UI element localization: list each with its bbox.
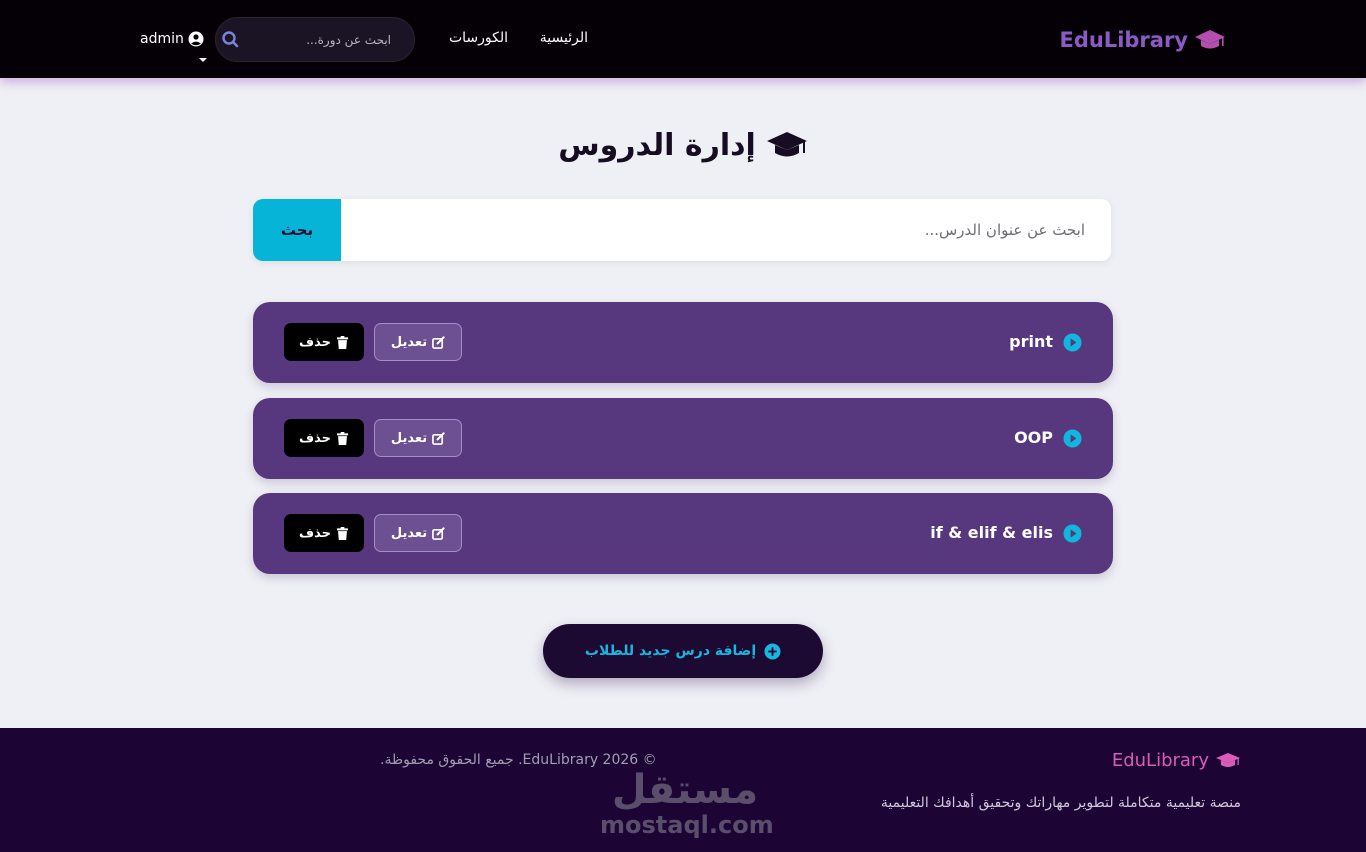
search-button[interactable]: بحث <box>253 199 341 261</box>
page-title: إدارة الدروس <box>558 128 756 163</box>
lesson-search-bar: بحث <box>253 199 1111 261</box>
lesson-title: if & elif & elis <box>930 523 1053 542</box>
lesson-card: if & elif & elis تعديل حذف <box>253 493 1113 574</box>
user-menu[interactable]: admin <box>140 31 204 47</box>
page-title-row: إدارة الدروس <box>0 128 1366 163</box>
edit-icon <box>432 526 445 540</box>
edit-label: تعديل <box>390 525 428 541</box>
delete-label: حذف <box>299 430 331 446</box>
nav-search-box <box>215 17 415 62</box>
edit-label: تعديل <box>390 334 428 350</box>
footer: EduLibrary منصة تعليمية متكاملة لتطوير م… <box>0 728 1366 852</box>
footer-description: منصة تعليمية متكاملة لتطوير مهاراتك وتحق… <box>880 795 1241 811</box>
brand-name: EduLibrary <box>1059 28 1188 52</box>
lesson-card: OOP تعديل حذف <box>253 398 1113 479</box>
play-circle-icon <box>1063 524 1082 543</box>
trash-icon <box>336 526 349 540</box>
nav-link-courses[interactable]: الكورسات <box>449 30 508 46</box>
user-name: admin <box>140 31 184 47</box>
search-icon[interactable] <box>220 30 240 50</box>
graduation-cap-icon <box>1195 30 1225 49</box>
edit-label: تعديل <box>390 430 428 446</box>
footer-brand: EduLibrary <box>1112 750 1241 771</box>
brand-logo-link[interactable]: EduLibrary <box>1059 24 1226 56</box>
lesson-title: OOP <box>1014 428 1053 447</box>
delete-button[interactable]: حذف <box>284 323 364 361</box>
delete-label: حذف <box>299 334 331 350</box>
nav-link-home[interactable]: الرئيسية <box>540 30 588 46</box>
delete-button[interactable]: حذف <box>284 514 364 552</box>
lesson-card: print تعديل حذف <box>253 302 1113 383</box>
trash-icon <box>336 335 349 349</box>
plus-circle-icon <box>764 642 781 660</box>
chevron-down-icon[interactable] <box>199 58 207 62</box>
footer-copyright: © EduLibrary 2026. جميع الحقوق محفوظة. <box>380 752 657 768</box>
graduation-cap-icon <box>766 131 807 156</box>
play-circle-icon <box>1063 429 1082 448</box>
nav-search-input[interactable] <box>246 32 391 47</box>
lesson-search-input[interactable] <box>341 199 1111 261</box>
add-lesson-label: إضافة درس جديد للطلاب <box>584 643 757 659</box>
edit-icon <box>432 335 445 349</box>
graduation-cap-icon <box>1216 752 1240 767</box>
user-circle-icon <box>188 31 204 47</box>
edit-button[interactable]: تعديل <box>374 323 462 361</box>
delete-label: حذف <box>299 525 331 541</box>
watermark-english: mostaql.com <box>600 811 774 839</box>
edit-button[interactable]: تعديل <box>374 419 462 457</box>
lesson-title: print <box>1009 332 1053 351</box>
play-circle-icon <box>1063 333 1082 352</box>
footer-brand-name: EduLibrary <box>1111 750 1209 771</box>
delete-button[interactable]: حذف <box>284 419 364 457</box>
trash-icon <box>336 431 349 445</box>
navbar: EduLibrary الرئيسية الكورسات admin <box>0 0 1366 78</box>
watermark-arabic: مستقل <box>611 767 759 813</box>
add-lesson-button[interactable]: إضافة درس جديد للطلاب <box>543 624 823 678</box>
mostaql-watermark: مستقل mostaql.com <box>600 767 774 839</box>
edit-button[interactable]: تعديل <box>374 514 462 552</box>
edit-icon <box>432 431 445 445</box>
